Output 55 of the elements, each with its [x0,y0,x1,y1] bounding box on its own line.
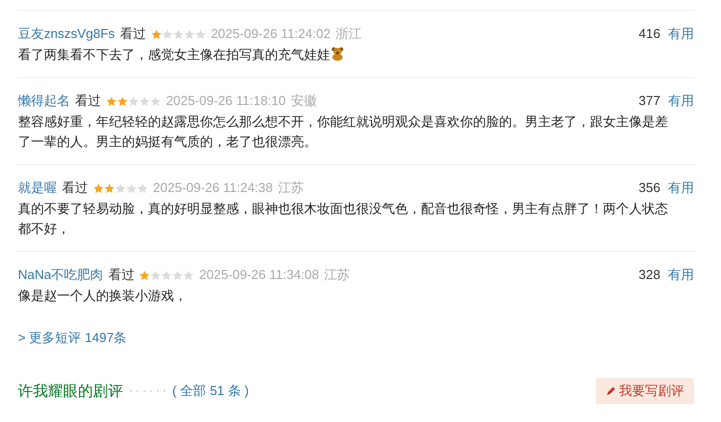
star-icon [172,270,184,280]
star-icon [161,270,172,280]
watch-status: 看过 [120,25,146,43]
dotted-leader: · · · · · · [129,385,166,397]
comment-location: 江苏 [278,179,304,197]
all-reviews-link[interactable]: ( 全部 51 条 ) [172,382,249,400]
comment-time: 2025-09-26 11:24:02 [210,25,331,43]
comment-text: 像是赵一个人的换装小游戏， [18,288,187,303]
useful-link[interactable]: 有用 [668,26,694,41]
star-icon [128,96,139,106]
section-title: 许我耀眼的剧评 [18,382,123,400]
comment-time: 2025-09-26 11:18:10 [166,92,286,110]
star-icon [150,270,162,280]
useful-link[interactable]: 有用 [668,93,694,108]
pencil-icon [606,386,616,396]
user-link[interactable]: 豆友znszsVg8Fs [18,24,115,44]
star-icon [172,28,184,40]
comment-text: 整容感好重，年纪轻轻的赵露思你怎么那么想不开，你能红就说明观众是喜欢你的脸的。男主老了，跟女主像是差了一辈的人。男主的妈挺有气质的，老了也很漂亮。 [18,114,668,149]
star-icon [150,28,162,40]
star-icon [93,182,104,194]
watch-status: 看过 [62,179,88,197]
useful-link[interactable]: 有用 [668,267,694,282]
vote-count: 356 [638,180,660,195]
comment-text: 真的不要了轻易动脸，真的好明显整感，眼神也很木妆面也很没气色，配音也很奇怪，男主有点胖了！两个人状态都不好， [18,201,668,236]
more-comments-link[interactable]: > 更多短评 1497条 [18,328,694,348]
star-icon [183,270,194,280]
star-icon [194,28,206,40]
comment-location: 安徽 [290,92,317,110]
star-icon [126,182,137,194]
vote-count: 377 [638,93,660,108]
star-icon [137,182,148,194]
star-icon [150,96,161,106]
star-icon [115,182,126,194]
watch-status: 看过 [75,92,101,110]
vote-count: 328 [638,267,660,282]
star-icon [139,96,150,106]
comment-time: 2025-09-26 11:24:38 [153,179,273,197]
useful-link[interactable]: 有用 [668,180,694,195]
user-link[interactable]: NaNa不吃肥肉 [18,265,104,285]
star-icon [139,270,150,280]
user-link[interactable]: 就是喔 [18,178,57,198]
star-icon [162,28,173,40]
watch-status: 看过 [108,266,134,284]
star-icon [106,96,117,106]
user-link[interactable]: 懒得起名 [18,91,70,111]
comment-location: 浙江 [336,25,362,43]
star-icon [117,96,128,106]
vote-count: 416 [638,26,660,41]
star-icon [184,28,195,40]
comment-text: 看了两集看不下去了，感觉女主像在拍写真的充气娃娃 [18,47,330,62]
star-icon [104,182,115,194]
comment-location: 江苏 [324,266,350,284]
write-review-button[interactable]: 我要写剧评 [596,378,694,404]
comment-time: 2025-09-26 11:34:08 [199,266,319,284]
bear-icon [330,46,345,61]
